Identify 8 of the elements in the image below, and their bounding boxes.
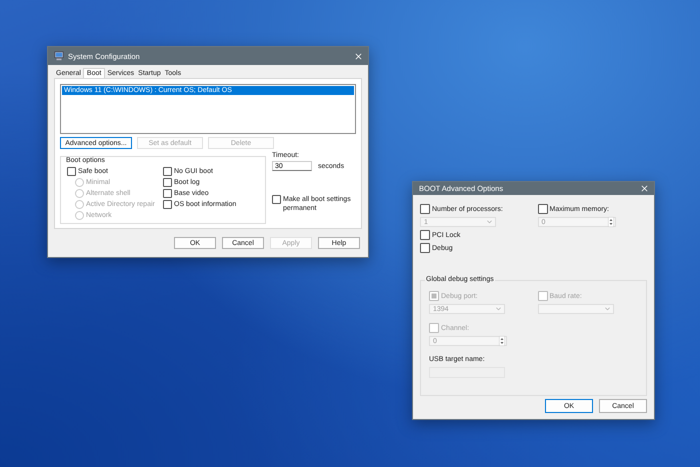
computer-icon <box>54 51 64 61</box>
chevron-down-icon <box>487 220 492 224</box>
close-icon[interactable] <box>355 52 362 60</box>
chevron-down-icon <box>604 307 610 311</box>
spin-arrows-icon[interactable] <box>499 336 505 346</box>
chevron-down-icon <box>496 307 501 311</box>
close-icon[interactable] <box>641 185 648 192</box>
spin-arrows-icon[interactable] <box>608 217 614 227</box>
